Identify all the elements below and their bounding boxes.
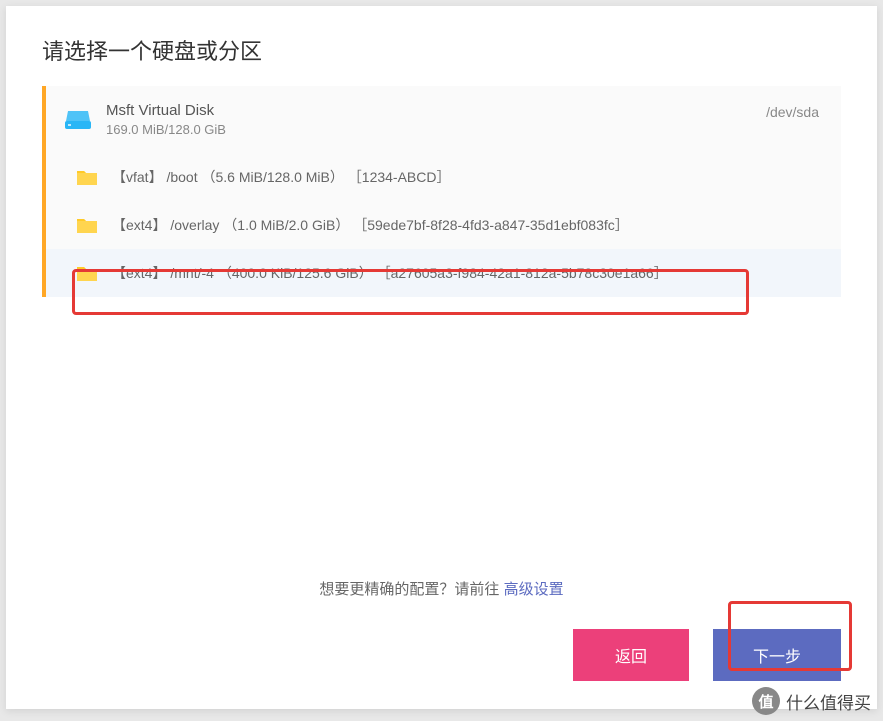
advanced-settings-link[interactable]: 高级设置 <box>504 581 564 598</box>
folder-icon <box>76 264 98 282</box>
partition-row-boot[interactable]: 【vfat】 /boot （5.6 MiB/128.0 MiB） ［1234-A… <box>46 153 841 201</box>
partition-text: 【ext4】 /overlay （1.0 MiB/2.0 GiB） ［59ede… <box>112 215 629 235</box>
next-button[interactable]: 下一步 <box>713 629 841 681</box>
partition-row-overlay[interactable]: 【ext4】 /overlay （1.0 MiB/2.0 GiB） ［59ede… <box>46 201 841 249</box>
watermark-badge-icon: 值 <box>752 687 780 715</box>
back-button[interactable]: 返回 <box>573 629 689 681</box>
partition-row-mnt[interactable]: 【ext4】 /mnt/-4 （400.0 KiB/125.6 GiB） ［a2… <box>46 249 841 297</box>
content-area: Msft Virtual Disk 169.0 MiB/128.0 GiB /d… <box>6 86 877 617</box>
watermark: 值 什么值得买 <box>752 687 871 715</box>
dialog-title: 请选择一个硬盘或分区 <box>6 6 877 86</box>
disk-selection-dialog: 请选择一个硬盘或分区 Msft Virtual Disk 169.0 MiB/1… <box>6 6 877 709</box>
footer-text: 想要更精确的配置？请前往 高级设置 <box>42 560 841 617</box>
button-row: 返回 下一步 <box>6 617 877 709</box>
watermark-text: 什么值得买 <box>786 689 871 714</box>
disk-info: Msft Virtual Disk 169.0 MiB/128.0 GiB <box>106 100 823 139</box>
partition-text: 【vfat】 /boot （5.6 MiB/128.0 MiB） ［1234-A… <box>112 167 450 187</box>
partition-text: 【ext4】 /mnt/-4 （400.0 KiB/125.6 GiB） ［a2… <box>112 263 668 283</box>
folder-icon <box>76 168 98 186</box>
folder-icon <box>76 216 98 234</box>
disk-header[interactable]: Msft Virtual Disk 169.0 MiB/128.0 GiB /d… <box>46 86 841 153</box>
disk-icon <box>64 109 92 131</box>
disk-list: Msft Virtual Disk 169.0 MiB/128.0 GiB /d… <box>42 86 841 297</box>
disk-name: Msft Virtual Disk <box>106 100 823 121</box>
disk-size: 169.0 MiB/128.0 GiB <box>106 121 823 139</box>
disk-device: /dev/sda <box>766 104 819 120</box>
